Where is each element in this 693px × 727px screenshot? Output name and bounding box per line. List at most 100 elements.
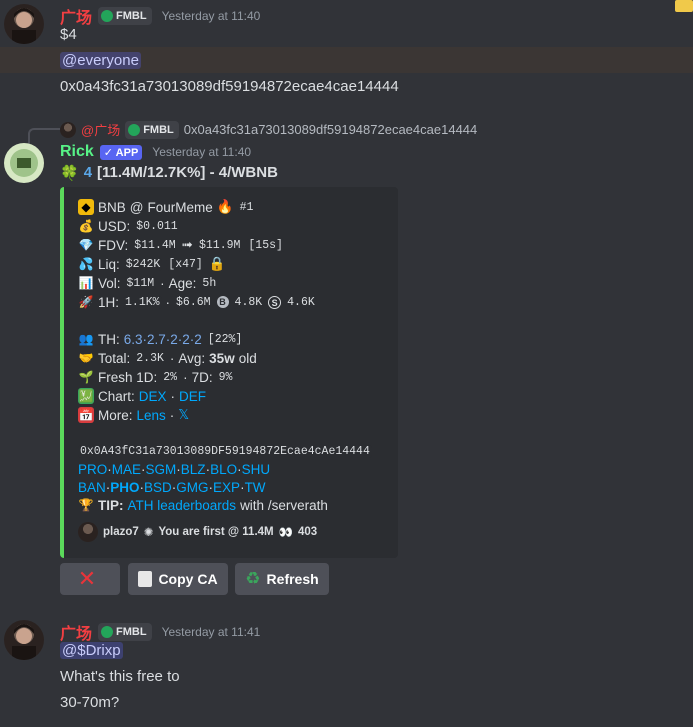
h1-vol: $6.6M [174,295,213,309]
bsd-link[interactable]: BSD [144,480,172,495]
tag-icon [101,10,114,22]
badge-label: APP [115,146,139,159]
tip-text: with /serverath [240,497,328,513]
total-line: 🤝 Total: 2.3K · Avg: 35w old [78,349,257,367]
user-mention[interactable]: @$Drixp [60,642,123,659]
reply-connector [28,128,60,144]
liq-line: 💦 Liq: $242K [x47] 🔒 [78,255,226,273]
top-right-icon[interactable] [675,0,693,12]
copy-ca-label: Copy CA [158,571,218,587]
pho-link[interactable]: PHO [110,480,139,495]
ban-link[interactable]: BAN [78,480,106,495]
usd-line: 💰 USD: $0.011 [78,217,180,235]
tag-label: FMBL [116,626,147,638]
timestamp: Yesterday at 11:41 [161,625,261,639]
calendar-icon: 📅 [78,407,94,423]
vol-value: $11M [124,276,157,290]
x-link[interactable]: 𝕏 [178,407,189,423]
reply-username[interactable]: @广场 [81,120,120,139]
headline: 🍀 4 [11.4M/12.7K%] - 4/WBNB [60,164,278,182]
separator: · [183,369,188,385]
tag-label: FMBL [143,123,174,136]
reply-text: 0x0a43fc31a73013089df59194872ecae4cae144… [183,122,478,137]
seedling-icon: 🌱 [78,370,94,384]
headline-text: [11.4M/12.7K%] - 4/WBNB [97,164,278,181]
chain-name: BNB [98,199,126,215]
h1-buys: 4.8K [232,295,265,309]
separator: · [165,294,171,310]
blo-link[interactable]: BLO [210,462,237,477]
h1-sells: 4.6K [285,295,317,309]
reply-server-tag: FMBL [125,120,179,139]
red-x-icon: ✕ [77,566,97,591]
links-row-1: PRO · MAE · SGM · BLZ · BLO · SHU [78,460,270,478]
more-label: More: [98,407,133,423]
fresh-line: 🌱 Fresh 1D: 2% · 7D: 9% [78,368,235,386]
more-line: 📅 More: Lens · 𝕏 [78,406,189,424]
recycle-icon: ♻ [245,569,261,588]
h1-pct: 1.1K% [123,295,162,309]
username[interactable]: 广场 [60,620,92,644]
tw-link[interactable]: TW [245,480,266,495]
gmg-link[interactable]: GMG [176,480,208,495]
avg-label: Avg: [178,350,206,366]
separator: · [160,275,165,291]
money-bag-icon: 💰 [78,219,94,233]
bot-username[interactable]: Rick [60,143,94,161]
vol-line: 📊 Vol: $11M · Age: 5h [78,274,219,292]
message-text: @everyone [60,52,141,69]
total-value: 2.3K [134,351,166,365]
th-values-link[interactable]: 6.3·2.7·2·2·2 [124,332,202,347]
app-badge: ✓ APP [99,144,143,160]
rocket-icon: 🚀 [78,295,94,309]
contract-address[interactable]: 0x0A43fC31a73013089DF59194872Ecae4cAe144… [78,444,372,458]
timestamp: Yesterday at 11:40 [152,145,252,159]
exp-link[interactable]: EXP [213,480,240,495]
bot-avatar[interactable] [4,143,44,183]
tip-label: TIP: [98,497,124,513]
pro-link[interactable]: PRO [78,462,107,477]
s-coin-icon: S [268,295,282,309]
everyone-mention[interactable]: @everyone [60,52,141,69]
tag-icon [101,626,114,638]
total-label: Total: [98,350,131,366]
reply-avatar [60,121,76,138]
footer-user: plazo7 [103,526,139,538]
links-row-2: BAN · PHO · BSD · GMG · EXP · TW [78,478,266,496]
dex-link[interactable]: DEX [139,389,167,404]
th-label: TH: [98,331,120,347]
chart-label: Chart: [98,388,135,404]
h1-line: 🚀 1H: 1.1K% · $6.6M B 4.8K S 4.6K [78,293,317,311]
chart-line: 💹 Chart: DEX · DEF [78,387,206,405]
eyes-icon: 👀 [278,527,293,539]
fire-icon: 🔥 [216,199,234,214]
7d-label: 7D: [191,369,213,385]
footer-views: 403 [297,526,318,538]
blz-link[interactable]: BLZ [181,462,206,477]
fdv-from: $11.4M [132,238,178,252]
mae-link[interactable]: MAE [112,462,141,477]
server-tag[interactable]: FMBL [98,7,152,25]
username[interactable]: 广场 [60,4,92,28]
fresh-1d: 2% [161,370,180,384]
dismiss-button[interactable]: ✕ [60,563,120,595]
def-link[interactable]: DEF [179,389,206,404]
reply-preview[interactable]: @广场 FMBL 0x0a43fc31a73013089df59194872ec… [60,120,477,139]
fdv-time: [15s] [246,238,285,252]
avatar[interactable] [4,4,44,44]
separator: · [170,388,176,404]
message-text: $4 [60,26,77,43]
server-tag[interactable]: FMBL [98,623,152,641]
leaderboards-link[interactable]: ATH leaderboards [128,498,237,513]
lock-icon: 🔒 [208,256,226,271]
copy-ca-button[interactable]: Copy CA [128,563,228,595]
shu-link[interactable]: SHU [242,462,271,477]
avatar[interactable] [4,620,44,660]
refresh-button[interactable]: ♻ Refresh [235,563,329,595]
clipboard-icon [138,571,153,587]
avg-value: 35w [209,350,235,366]
b-coin-icon: B [216,296,229,308]
lens-link[interactable]: Lens [137,408,166,423]
separator: · [169,350,175,366]
sgm-link[interactable]: SGM [146,462,177,477]
